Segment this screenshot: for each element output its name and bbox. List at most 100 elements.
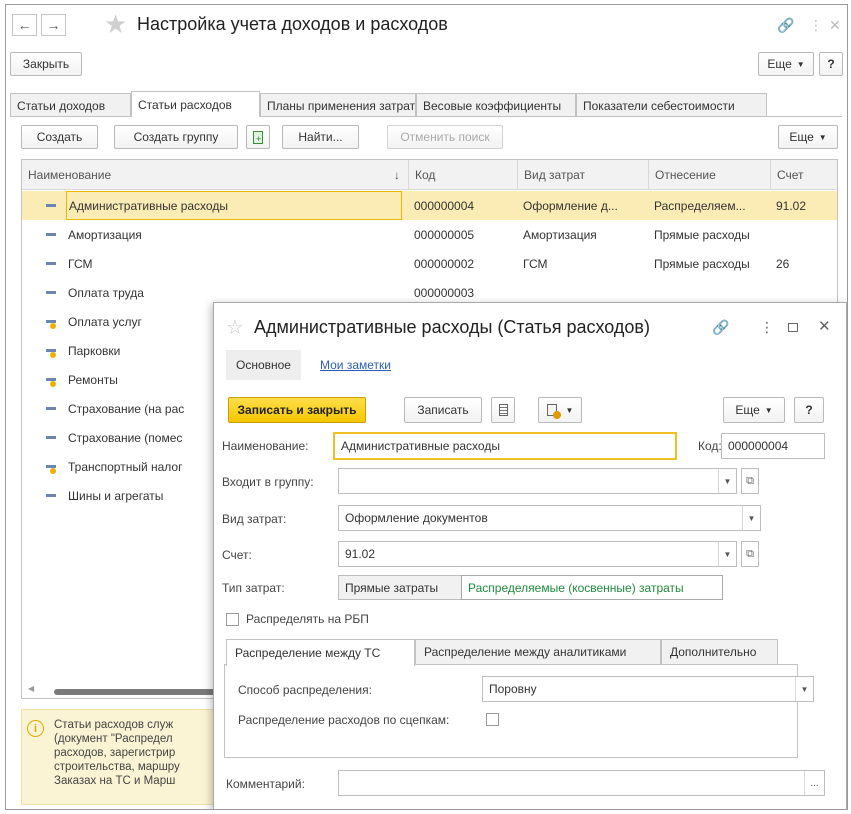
cell-attribution: Прямые расходы (654, 227, 750, 242)
list-more-button[interactable]: Еще ▼ (778, 125, 838, 149)
scroll-left-icon[interactable]: ◀ (28, 684, 34, 693)
item-marker-icon (50, 323, 56, 329)
back-arrow-icon[interactable]: ← (12, 14, 37, 36)
open-icon[interactable]: ⧉ (741, 468, 759, 494)
link-icon[interactable]: 🔗 (712, 319, 729, 336)
cost-type-label: Вид затрат: (222, 512, 287, 526)
dropdown-icon[interactable]: ▼ (718, 542, 736, 566)
expense-type-indirect-option[interactable]: Распределяемые (косвенные) затраты (461, 575, 723, 600)
group-label: Входит в группу: (222, 475, 314, 489)
more-button[interactable]: Еще ▼ (758, 52, 814, 76)
item-marker-icon (50, 468, 56, 474)
name-label: Наименование: (222, 439, 309, 453)
close-icon[interactable]: ✕ (829, 17, 841, 34)
open-icon[interactable]: ⧉ (741, 541, 759, 567)
favorite-star-icon[interactable]: ☆ (226, 315, 244, 340)
cost-type-value: Оформление документов (345, 511, 488, 525)
cell-account (776, 220, 836, 249)
tab-distribution-vehicles[interactable]: Распределение между ТС (226, 639, 415, 666)
column-header-cost-type[interactable]: Вид затрат (517, 160, 648, 190)
page-title: Настройка учета доходов и расходов (137, 14, 448, 34)
close-button[interactable]: Закрыть (10, 52, 82, 76)
dialog-help-button[interactable]: ? (794, 397, 824, 423)
method-select[interactable]: Поровну ▼ (482, 676, 814, 702)
report-button[interactable] (491, 397, 515, 423)
info-line: (документ "Распредел (54, 733, 173, 745)
item-icon (46, 233, 56, 236)
help-button[interactable]: ? (819, 52, 843, 76)
tab-cost-indicators[interactable]: Показатели себестоимости (576, 93, 767, 117)
table-row[interactable]: Административные расходы 000000004 Оформле… (22, 191, 837, 220)
tab-additional[interactable]: Дополнительно (661, 639, 778, 664)
dialog-more-button[interactable]: Еще ▼ (723, 397, 785, 423)
item-icon (46, 407, 56, 410)
dropdown-icon[interactable]: ▼ (742, 506, 760, 530)
table-row[interactable]: Амортизация 000000005 Амортизация Прямые ра… (22, 220, 837, 249)
item-marker-icon (50, 381, 56, 387)
item-icon (46, 291, 56, 294)
tab-weight-coefficients[interactable]: Весовые коэффициенты (416, 93, 576, 117)
column-header-account[interactable]: Счет (770, 160, 837, 190)
info-line: строительства, маршру (54, 761, 180, 773)
cell-attribution: Распределяем... (654, 198, 746, 213)
cost-type-select[interactable]: Оформление документов ▼ (338, 505, 761, 531)
favorite-star-icon[interactable]: ★ (104, 9, 127, 39)
code-field[interactable]: 000000004 (721, 433, 825, 459)
add-document-button[interactable]: + (246, 125, 270, 149)
document-add-icon: + (253, 130, 263, 144)
cancel-search-button[interactable]: Отменить поиск (387, 125, 503, 149)
cell-code: 000000005 (414, 227, 475, 242)
comment-field[interactable]: ... (338, 770, 825, 796)
rbp-checkbox[interactable] (226, 613, 239, 626)
more-vertical-icon[interactable]: ⋮ (809, 17, 823, 34)
chevron-down-icon: ▼ (565, 405, 574, 415)
more-vertical-icon[interactable]: ⋮ (760, 319, 774, 336)
chevron-down-icon: ▼ (818, 132, 827, 142)
dropdown-icon[interactable]: ▼ (718, 469, 736, 493)
info-line: расходов, зарегистрир (54, 747, 176, 759)
trailer-checkbox[interactable] (486, 713, 499, 726)
forward-arrow-icon[interactable]: → (41, 14, 66, 36)
create-button[interactable]: Создать (21, 125, 98, 149)
cell-attribution: Прямые расходы (654, 256, 750, 271)
group-field[interactable]: ▼ (338, 468, 737, 494)
cell-name: ГСМ (68, 256, 93, 271)
tab-my-notes[interactable]: Мои заметки (320, 358, 391, 372)
tab-cost-plans[interactable]: Планы применения затрат (260, 93, 416, 117)
tab-income-items[interactable]: Статьи доходов (10, 93, 131, 117)
document-gear-icon (546, 404, 561, 419)
maximize-icon[interactable] (788, 323, 798, 332)
main-window: ← → ★ Настройка учета доходов и расходов… (5, 4, 848, 810)
cell-name: Административные расходы (66, 191, 402, 220)
expense-type-direct-option[interactable]: Прямые затраты (338, 575, 462, 600)
column-header-code[interactable]: Код (408, 160, 517, 190)
link-icon[interactable]: 🔗 (777, 17, 794, 34)
name-field[interactable]: Административные расходы (333, 432, 677, 460)
cell-code: 000000002 (414, 256, 475, 271)
cell-cost-type: Амортизация (523, 227, 597, 242)
column-header-name[interactable]: Наименование ↓ (22, 160, 408, 190)
method-label: Способ распределения: (238, 683, 372, 697)
rbp-label: Распределять на РБП (246, 612, 369, 626)
table-row[interactable]: ГСМ 000000002 ГСМ Прямые расходы 26 (22, 249, 837, 278)
item-icon (46, 204, 56, 207)
cell-code: 000000004 (414, 198, 475, 213)
tab-expense-items[interactable]: Статьи расходов (131, 91, 260, 117)
find-button[interactable]: Найти... (282, 125, 359, 149)
save-and-close-button[interactable]: Записать и закрыть (228, 397, 366, 423)
tab-bar: Статьи доходов Статьи расходов Планы при… (6, 88, 847, 117)
column-header-attribution[interactable]: Отнесение (648, 160, 770, 190)
account-label: Счет: (222, 548, 252, 562)
dropdown-icon[interactable]: ▼ (795, 677, 813, 701)
chevron-down-icon: ▼ (796, 59, 805, 69)
create-group-button[interactable]: Создать группу (114, 125, 238, 149)
tab-distribution-analytics[interactable]: Распределение между аналитиками (415, 639, 661, 664)
comment-select-button[interactable]: ... (804, 771, 824, 795)
print-menu-button[interactable]: ▼ (538, 397, 582, 423)
close-icon[interactable]: ✕ (818, 317, 831, 335)
tab-main[interactable]: Основное (226, 350, 301, 380)
title-bar: ← → ★ Настройка учета доходов и расходов… (6, 5, 847, 45)
save-button[interactable]: Записать (404, 397, 482, 423)
account-field[interactable]: 91.02 ▼ (338, 541, 737, 567)
comment-label: Комментарий: (226, 777, 305, 791)
